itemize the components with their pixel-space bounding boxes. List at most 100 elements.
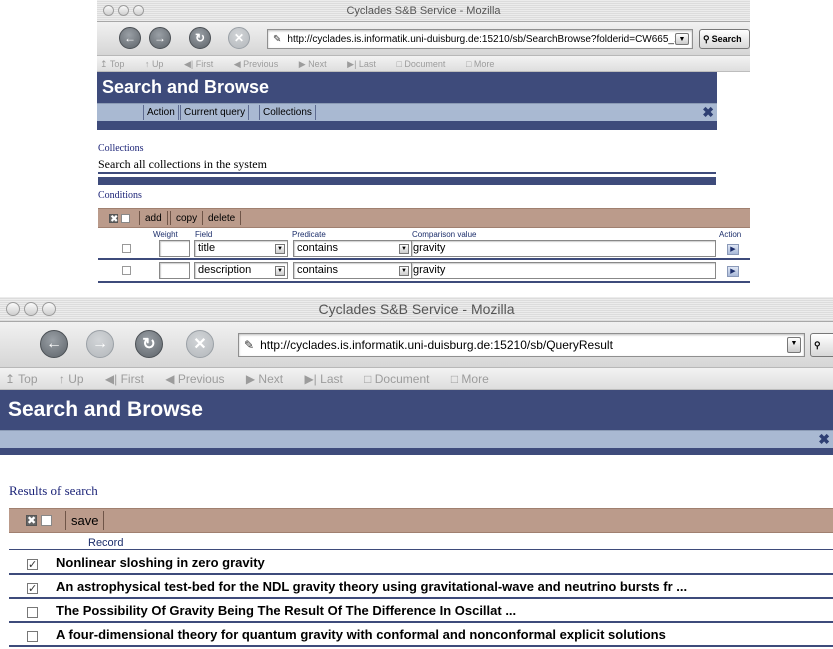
column-weight: Weight (153, 230, 178, 239)
url-bar[interactable]: ✎ http://cyclades.is.informatik.uni-duis… (267, 29, 693, 49)
page-title: Search and Browse (97, 72, 717, 103)
close-window-button[interactable] (6, 302, 20, 316)
navigation-toolbar: ← → ↻ ✕ ✎ http://cyclades.is.informatik.… (0, 322, 833, 368)
result-title[interactable]: A four-dimensional theory for quantum gr… (56, 627, 666, 642)
back-button[interactable]: ← (119, 27, 141, 49)
menu-current-query[interactable]: Current query (180, 105, 250, 120)
conditions-toolbar: ✖ add copy delete (98, 208, 750, 228)
conditions-heading: Conditions (98, 190, 142, 201)
window-controls (6, 297, 56, 321)
row-divider (9, 573, 833, 575)
menu-action[interactable]: Action (143, 105, 179, 120)
results-toolbar: ✖ save (9, 508, 833, 533)
close-icon[interactable]: ✖ (702, 104, 714, 121)
link-up[interactable]: ↑ Up (145, 59, 173, 69)
result-checkbox[interactable]: ✓ (27, 583, 38, 595)
link-top[interactable]: ↥ Top (5, 372, 47, 386)
link-first[interactable]: ◀| First (184, 59, 222, 69)
title-bar: Cyclades S&B Service - Mozilla (0, 297, 833, 322)
link-document[interactable]: □ Document (364, 372, 438, 386)
select-all-checkbox[interactable]: ✖ (109, 214, 118, 225)
chevron-down-icon[interactable]: ▼ (275, 244, 285, 254)
select-none-checkbox[interactable] (41, 515, 52, 526)
search-icon: ⚲ (703, 33, 710, 44)
add-button[interactable]: add (139, 211, 168, 225)
link-previous[interactable]: ◀ Previous (165, 372, 233, 386)
result-title[interactable]: An astrophysical test-bed for the NDL gr… (56, 579, 687, 594)
column-predicate: Predicate (292, 230, 326, 239)
collections-description: Search all collections in the system (98, 157, 267, 171)
arrow-right-icon: → (154, 31, 166, 45)
close-icon[interactable]: ✖ (818, 431, 830, 448)
minimize-window-button[interactable] (24, 302, 38, 316)
field-select[interactable]: title (194, 240, 288, 257)
stop-button[interactable]: ✕ (186, 330, 214, 358)
result-checkbox[interactable] (27, 607, 38, 618)
link-first[interactable]: ◀| First (105, 372, 153, 386)
link-more[interactable]: □ More (451, 372, 498, 386)
page-icon: ✎ (244, 338, 255, 352)
link-document[interactable]: □ Document (396, 59, 454, 69)
back-button[interactable]: ← (40, 330, 68, 358)
search-button-label: Search (711, 34, 742, 44)
predicate-select[interactable]: contains (293, 262, 412, 279)
results-heading: Results of search (9, 483, 98, 498)
copy-button[interactable]: copy (170, 211, 204, 225)
url-text: http://cyclades.is.informatik.uni-duisbu… (260, 338, 613, 352)
chevron-down-icon[interactable]: ▼ (399, 244, 409, 254)
select-all-checkbox[interactable]: ✖ (26, 515, 37, 527)
link-more[interactable]: □ More (466, 59, 503, 69)
stop-button[interactable]: ✕ (228, 27, 250, 49)
result-checkbox[interactable] (27, 631, 38, 642)
column-record: Record (88, 537, 124, 549)
forward-button[interactable]: → (86, 330, 114, 358)
minimize-window-button[interactable] (118, 5, 129, 16)
predicate-select[interactable]: contains (293, 240, 412, 257)
link-last[interactable]: ▶| Last (347, 59, 385, 69)
collections-heading[interactable]: Collections (98, 143, 144, 154)
window-title: Cyclades S&B Service - Mozilla (318, 301, 515, 317)
row-checkbox[interactable] (122, 244, 131, 253)
header-divider (0, 448, 833, 455)
row-divider (98, 258, 750, 260)
result-checkbox[interactable]: ✓ (27, 559, 38, 571)
column-field: Field (195, 230, 213, 239)
row-checkbox[interactable] (122, 266, 131, 275)
result-title[interactable]: The Possibility Of Gravity Being The Res… (56, 603, 516, 618)
url-dropdown-button[interactable]: ▼ (675, 33, 689, 45)
forward-button[interactable]: → (149, 27, 171, 49)
menu-collections[interactable]: Collections (259, 105, 316, 120)
url-dropdown-button[interactable]: ▼ (787, 337, 801, 353)
comparison-value-input[interactable]: gravity (411, 262, 716, 279)
zoom-window-button[interactable] (133, 5, 144, 16)
search-icon: ⚲ (814, 339, 821, 350)
url-bar[interactable]: ✎ http://cyclades.is.informatik.uni-duis… (238, 333, 805, 357)
stop-icon: ✕ (193, 336, 207, 353)
delete-button[interactable]: delete (202, 211, 242, 225)
link-next[interactable]: ▶ Next (246, 372, 292, 386)
search-button[interactable]: ⚲ Search (699, 29, 750, 49)
reload-button[interactable]: ↻ (135, 330, 163, 358)
link-previous[interactable]: ◀ Previous (234, 59, 287, 69)
select-none-checkbox[interactable] (121, 214, 130, 223)
chevron-down-icon[interactable]: ▼ (399, 266, 409, 276)
link-next[interactable]: ▶ Next (299, 59, 336, 69)
menu-bar: Action Current query Collections ✖ (97, 103, 717, 121)
link-top[interactable]: ↥ Top (100, 59, 133, 69)
close-window-button[interactable] (103, 5, 114, 16)
weight-input[interactable] (159, 262, 190, 279)
chevron-down-icon[interactable]: ▼ (275, 266, 285, 276)
action-arrow-button[interactable]: ▶ (727, 266, 739, 277)
reload-button[interactable]: ↻ (189, 27, 211, 49)
field-select[interactable]: description (194, 262, 288, 279)
arrow-left-icon: ← (46, 335, 62, 352)
action-arrow-button[interactable]: ▶ (727, 244, 739, 255)
weight-input[interactable] (159, 240, 190, 257)
comparison-value-input[interactable]: gravity (411, 240, 716, 257)
save-button[interactable]: save (65, 511, 105, 530)
link-last[interactable]: ▶| Last (304, 372, 351, 386)
search-button[interactable]: ⚲ (810, 333, 833, 357)
link-up[interactable]: ↑ Up (59, 372, 93, 386)
zoom-window-button[interactable] (42, 302, 56, 316)
result-title[interactable]: Nonlinear sloshing in zero gravity (56, 555, 265, 570)
